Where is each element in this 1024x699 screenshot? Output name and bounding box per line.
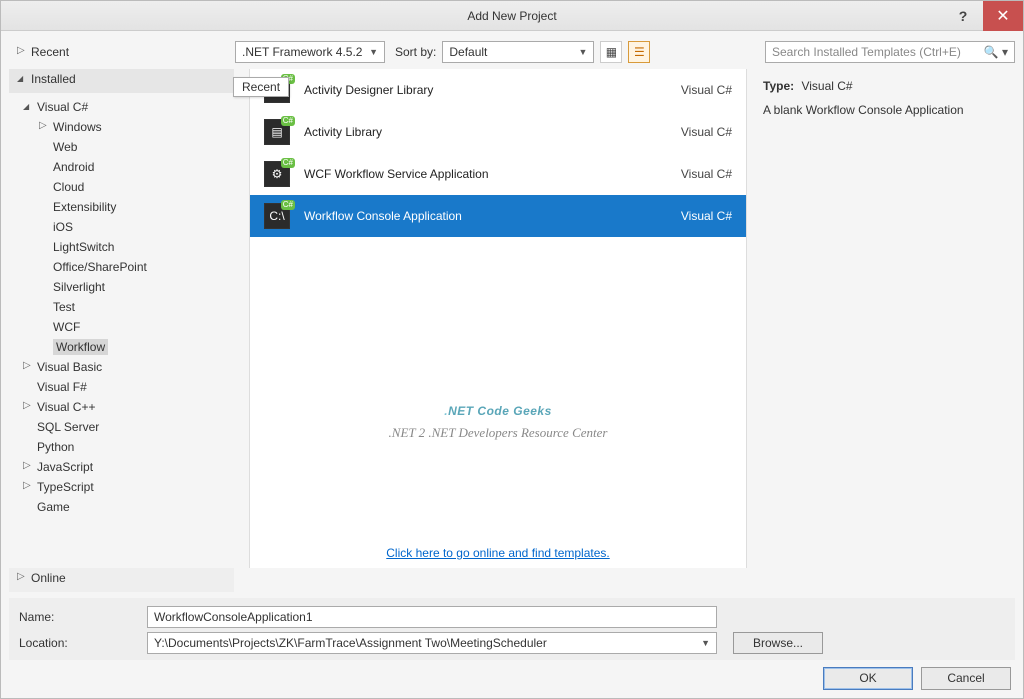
tree-wcf[interactable]: WCF <box>9 317 234 337</box>
tree-android[interactable]: Android <box>9 157 234 177</box>
tree-installed[interactable]: Installed <box>9 69 234 93</box>
tree-online[interactable]: Online <box>9 568 234 592</box>
tree-lightswitch[interactable]: LightSwitch <box>9 237 234 257</box>
template-lang: Visual C# <box>681 83 732 97</box>
type-value: Visual C# <box>801 79 852 93</box>
template-lang: Visual C# <box>681 209 732 223</box>
tree-ios[interactable]: iOS <box>9 217 234 237</box>
location-combo[interactable]: Y:\Documents\Projects\ZK\FarmTrace\Assig… <box>147 632 717 654</box>
name-input[interactable] <box>147 606 717 628</box>
recent-tooltip: Recent <box>233 77 289 97</box>
tree-ts[interactable]: TypeScript <box>9 477 234 497</box>
close-button[interactable]: ✕ <box>983 1 1023 31</box>
template-description: A blank Workflow Console Application <box>763 103 1003 117</box>
online-link-wrap: Click here to go online and find templat… <box>250 546 746 560</box>
ok-button[interactable]: OK <box>823 667 913 690</box>
template-row-selected[interactable]: C:\C# Workflow Console Application Visua… <box>250 195 746 237</box>
view-grid-button[interactable]: ▦ <box>600 41 622 63</box>
watermark: .NET Code Geeks .NET 2 .NET Developers R… <box>250 389 746 441</box>
search-input[interactable]: Search Installed Templates (Ctrl+E) 🔍 ▾ <box>765 41 1015 63</box>
chevron-down-icon: ▼ <box>578 47 587 57</box>
template-icon: C:\C# <box>264 203 290 229</box>
template-row[interactable]: ▧C# Activity Designer Library Visual C# <box>250 69 746 111</box>
template-name: Activity Library <box>304 125 667 139</box>
sort-value: Default <box>449 45 487 59</box>
toolbar: Recent .NET Framework 4.5.2 ▼ Sort by: D… <box>9 39 1015 65</box>
tree-cpp[interactable]: Visual C++ <box>9 397 234 417</box>
tree-sql[interactable]: SQL Server <box>9 417 234 437</box>
framework-combo[interactable]: .NET Framework 4.5.2 ▼ <box>235 41 385 63</box>
template-name: WCF Workflow Service Application <box>304 167 667 181</box>
window-controls: ? ✕ <box>943 1 1023 31</box>
chevron-down-icon: ▼ <box>701 638 710 648</box>
tree-extensibility[interactable]: Extensibility <box>9 197 234 217</box>
template-lang: Visual C# <box>681 125 732 139</box>
detail-pane: Type: Visual C# A blank Workflow Console… <box>751 69 1015 568</box>
titlebar: Add New Project ? ✕ <box>1 1 1023 31</box>
tree-csharp[interactable]: Visual C# <box>9 97 234 117</box>
template-list: ▧C# Activity Designer Library Visual C# … <box>249 69 747 568</box>
template-row[interactable]: ▤C# Activity Library Visual C# <box>250 111 746 153</box>
template-row[interactable]: ⚙C# WCF Workflow Service Application Vis… <box>250 153 746 195</box>
tree-js[interactable]: JavaScript <box>9 457 234 477</box>
dialog-buttons: OK Cancel <box>823 667 1011 690</box>
location-value: Y:\Documents\Projects\ZK\FarmTrace\Assig… <box>154 636 547 650</box>
dialog-title: Add New Project <box>467 9 556 23</box>
template-icon: ⚙C# <box>264 161 290 187</box>
template-lang: Visual C# <box>681 167 732 181</box>
template-icon: ▤C# <box>264 119 290 145</box>
view-list-button[interactable]: ☰ <box>628 41 650 63</box>
tree-test[interactable]: Test <box>9 297 234 317</box>
browse-button[interactable]: Browse... <box>733 632 823 654</box>
category-tree: Visual C# Windows Web Android Cloud Exte… <box>9 97 234 568</box>
bottom-form: Name: Location: Y:\Documents\Projects\ZK… <box>9 598 1015 660</box>
search-placeholder: Search Installed Templates (Ctrl+E) <box>772 45 961 59</box>
tree-web[interactable]: Web <box>9 137 234 157</box>
type-label: Type: <box>763 79 794 93</box>
tree-python[interactable]: Python <box>9 437 234 457</box>
tree-silverlight[interactable]: Silverlight <box>9 277 234 297</box>
template-name: Workflow Console Application <box>304 209 667 223</box>
tree-sharepoint[interactable]: Office/SharePoint <box>9 257 234 277</box>
tree-windows[interactable]: Windows <box>9 117 234 137</box>
tree-game[interactable]: Game <box>9 497 234 517</box>
tree-workflow[interactable]: Workflow <box>9 337 234 357</box>
tree-fsharp[interactable]: Visual F# <box>9 377 234 397</box>
location-label: Location: <box>19 636 139 650</box>
cancel-button[interactable]: Cancel <box>921 667 1011 690</box>
sort-by-label: Sort by: <box>395 45 436 59</box>
search-icon: 🔍 ▾ <box>984 45 1008 59</box>
online-templates-link[interactable]: Click here to go online and find templat… <box>386 546 609 560</box>
tree-recent[interactable]: Recent <box>9 42 229 62</box>
framework-value: .NET Framework 4.5.2 <box>242 45 362 59</box>
tree-vb[interactable]: Visual Basic <box>9 357 234 377</box>
name-label: Name: <box>19 610 139 624</box>
sort-combo[interactable]: Default ▼ <box>442 41 594 63</box>
tree-cloud[interactable]: Cloud <box>9 177 234 197</box>
help-button[interactable]: ? <box>943 1 983 31</box>
chevron-down-icon: ▼ <box>369 47 378 57</box>
template-name: Activity Designer Library <box>304 83 667 97</box>
